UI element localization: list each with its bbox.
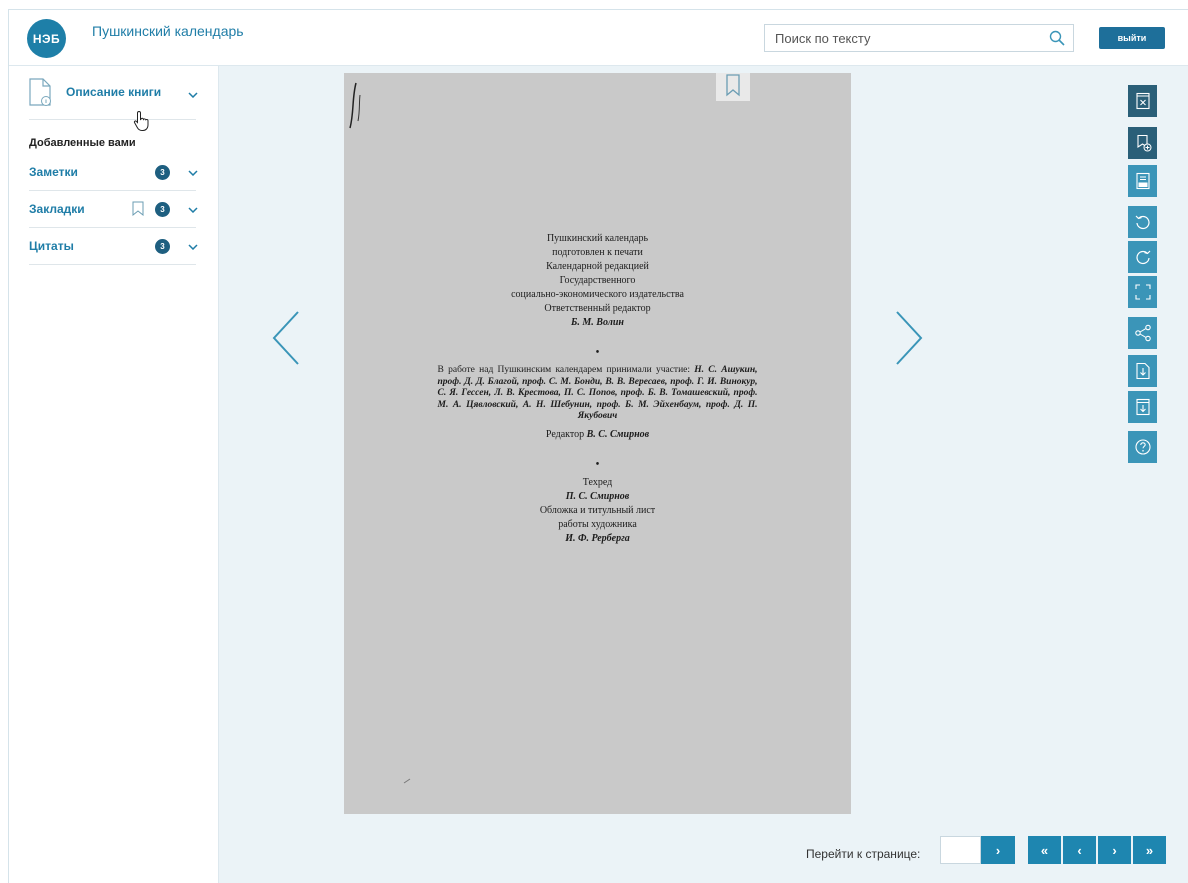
rotate-right-icon	[1135, 250, 1150, 265]
book-title: Пушкинский календарь	[92, 23, 244, 39]
fullscreen-icon	[1134, 284, 1151, 300]
chevron-down-icon	[188, 207, 198, 213]
rotate-left-icon	[1135, 215, 1150, 230]
txt-button[interactable]	[1128, 165, 1157, 197]
page-line: Пушкинский календарь	[546, 233, 649, 244]
close-book-button[interactable]	[1128, 85, 1157, 117]
page-line: Редактор В. С. Смирнов	[344, 429, 851, 441]
rotate-left-button[interactable]	[1128, 206, 1157, 238]
page-line: Обложка и титульный лист	[539, 504, 656, 516]
goto-page-label: Перейти к странице:	[806, 847, 921, 861]
sidebar-item-label: Заметки	[29, 165, 78, 179]
chevron-down-icon	[188, 92, 198, 98]
page-text: Пушкинский календарь подготовлен к печат…	[344, 233, 851, 547]
close-book-icon	[1135, 92, 1150, 110]
book-description-toggle[interactable]: Описание книги	[29, 76, 198, 120]
download-button[interactable]	[1128, 355, 1157, 387]
page-line: Государственного	[559, 275, 636, 286]
last-page-button[interactable]: »	[1133, 836, 1166, 864]
download-page-icon	[1135, 398, 1150, 416]
next-page-button[interactable]: ›	[1098, 836, 1131, 864]
redaktor-label: Редактор	[545, 428, 585, 440]
bookmark-icon	[132, 201, 144, 216]
next-page-arrow-icon[interactable]	[894, 310, 924, 366]
add-bookmark-button[interactable]	[1128, 127, 1157, 159]
document-info-icon	[29, 78, 51, 106]
help-icon	[1134, 439, 1151, 455]
goto-page-input[interactable]	[940, 836, 981, 864]
count-badge: 3	[155, 239, 170, 254]
page-line: Техред	[582, 476, 613, 488]
download-icon	[1135, 362, 1150, 380]
logout-button[interactable]: выйти	[1099, 27, 1165, 49]
book-description-label: Описание книги	[66, 85, 162, 99]
hand-cursor-icon	[133, 110, 149, 131]
download-page-button[interactable]	[1128, 391, 1157, 423]
sidebar-item-notes[interactable]: Заметки 3	[29, 154, 198, 191]
sidebar-item-bookmarks[interactable]: Закладки 3	[29, 191, 198, 228]
search-input[interactable]	[765, 25, 1045, 51]
page-line: Б. М. Волин	[571, 317, 624, 328]
page-line: работы художника	[558, 518, 637, 530]
credits-intro: В работе над Пушкинским календарем прини…	[437, 365, 691, 375]
help-button[interactable]	[1128, 431, 1157, 463]
count-badge: 3	[155, 202, 170, 217]
rotate-right-button[interactable]	[1128, 241, 1157, 273]
page-line: подготовлен к печати	[552, 247, 643, 258]
prev-page-button[interactable]: ‹	[1063, 836, 1096, 864]
reader-frame: НЭБ Пушкинский календарь выйти Описание …	[8, 9, 1188, 883]
share-button[interactable]	[1128, 317, 1157, 349]
count-badge: 3	[155, 165, 170, 180]
first-page-button[interactable]: «	[1028, 836, 1061, 864]
sidebar: Описание книги Добавленные вами Заметки …	[9, 66, 219, 883]
add-bookmark-icon	[1136, 134, 1151, 152]
page-separator: •	[595, 458, 600, 470]
book-page-scan: Пушкинский календарь подготовлен к печат…	[344, 73, 851, 814]
neb-logo[interactable]: НЭБ	[27, 19, 66, 58]
sidebar-item-label: Цитаты	[29, 239, 74, 253]
chevron-down-icon	[188, 170, 198, 176]
added-by-you-heading: Добавленные вами	[29, 137, 136, 149]
search-box	[764, 24, 1074, 52]
search-icon[interactable]	[1049, 30, 1065, 46]
page-line: И. Ф. Рерберга	[565, 532, 630, 544]
sidebar-item-label: Закладки	[29, 202, 85, 216]
txt-icon	[1135, 172, 1150, 190]
page-line: социально-экономического издательства	[511, 289, 684, 300]
page-line: Ответственный редактор	[544, 303, 651, 314]
fullscreen-button[interactable]	[1128, 276, 1157, 308]
header: НЭБ Пушкинский календарь выйти	[9, 10, 1188, 66]
redaktor-name: В. С. Смирнов	[586, 428, 650, 440]
page-line: П. С. Смирнов	[565, 490, 630, 502]
goto-page-button[interactable]: ›	[981, 836, 1015, 864]
sidebar-item-quotes[interactable]: Цитаты 3	[29, 228, 198, 265]
previous-page-arrow-icon[interactable]	[271, 310, 301, 366]
chevron-down-icon	[188, 244, 198, 250]
share-icon	[1134, 324, 1151, 342]
page-credits: В работе над Пушкинским календарем прини…	[438, 365, 758, 423]
page-line: Календарной редакцией	[546, 261, 649, 272]
page-separator: •	[595, 347, 600, 358]
